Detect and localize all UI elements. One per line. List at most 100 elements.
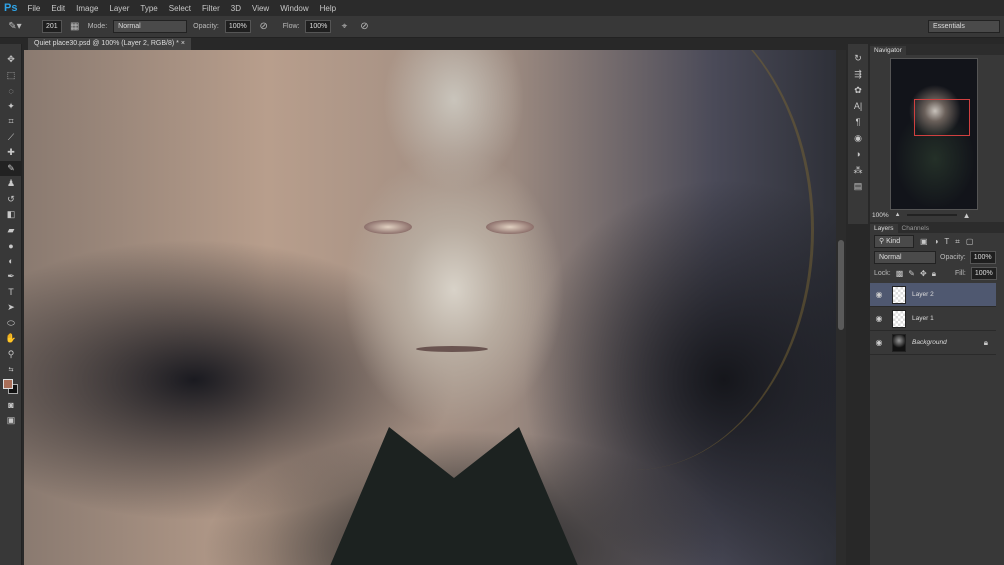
color-swatches[interactable] (0, 378, 21, 398)
brush-tool-icon[interactable]: ✎ (0, 160, 22, 176)
hand-tool-icon[interactable]: ✋ (0, 331, 22, 347)
right-panels: Navigator 100% ▲ ▲ Layers Channels ⚲ Kin… (870, 44, 1004, 565)
filter-pixel-icon[interactable]: ▣ (920, 237, 928, 246)
layer-opacity-label: Opacity: (940, 254, 966, 261)
photoshop-logo: Ps (4, 2, 18, 14)
lasso-tool-icon[interactable]: ◌ (0, 83, 22, 99)
close-tab-icon[interactable]: × (181, 40, 185, 47)
swap-colors-icon[interactable]: ⇆ (0, 362, 22, 378)
history-panel-icon[interactable]: ↻ (848, 50, 868, 66)
screen-mode-icon[interactable]: ▣ (0, 413, 22, 429)
swatches-icon[interactable]: ▤ (848, 178, 868, 194)
marquee-tool-icon[interactable]: ⬚ (0, 68, 22, 84)
fill-field[interactable]: 100% (970, 267, 997, 280)
visibility-eye-icon[interactable]: ◉ (870, 314, 888, 323)
eraser-tool-icon[interactable]: ◧ (0, 207, 22, 223)
libraries-icon[interactable]: ◉ (848, 130, 868, 146)
character-panel-icon[interactable]: A| (848, 98, 868, 114)
panel-dock: ↻ ⇶ ✿ A| ¶ ◉ ◑ ⁂ ▤ (848, 44, 868, 224)
lock-transparency-icon[interactable]: ▩ (896, 269, 904, 278)
layer-opacity-field[interactable]: 100% (969, 251, 996, 264)
menu-help[interactable]: Help (320, 4, 336, 13)
healing-tool-icon[interactable]: ✚ (0, 145, 22, 161)
pressure-size-icon[interactable]: ⊘ (357, 20, 371, 34)
filter-smart-object-icon[interactable]: ▢ (966, 237, 974, 246)
document-canvas[interactable] (24, 50, 836, 565)
gradient-tool-icon[interactable]: ▰ (0, 223, 22, 239)
path-select-tool-icon[interactable]: ➤ (0, 300, 22, 316)
crop-tool-icon[interactable]: ⌗ (0, 114, 22, 130)
menu-bar: Ps File Edit Image Layer Type Select Fil… (0, 0, 1004, 16)
blend-mode-select[interactable]: Normal (874, 251, 936, 264)
filter-shape-icon[interactable]: ⌗ (955, 237, 960, 247)
flow-field[interactable]: 100% (305, 20, 332, 33)
type-tool-icon[interactable]: T (0, 285, 22, 301)
layer-row-layer-2[interactable]: ◉ Layer 2 (870, 283, 996, 307)
menu-layer[interactable]: Layer (109, 4, 129, 13)
tab-layers[interactable]: Layers (870, 224, 898, 233)
menu-view[interactable]: View (252, 4, 269, 13)
brush-panel-toggle-icon[interactable]: ▦ (68, 20, 82, 34)
lock-pixels-icon[interactable]: ✎ (908, 269, 915, 278)
visibility-eye-icon[interactable]: ◉ (870, 338, 888, 347)
navigator-zoom-value[interactable]: 100% (872, 212, 889, 219)
lock-position-icon[interactable]: ✥ (920, 269, 927, 278)
menu-window[interactable]: Window (280, 4, 308, 13)
left-eye (364, 220, 412, 234)
zoom-tool-icon[interactable]: ⚲ (0, 347, 22, 363)
brush-size-field[interactable]: 201 (42, 20, 62, 33)
clone-stamp-tool-icon[interactable]: ♟ (0, 176, 22, 192)
visibility-eye-icon[interactable]: ◉ (870, 290, 888, 299)
blur-tool-icon[interactable]: ● (0, 238, 22, 254)
eyedropper-tool-icon[interactable]: ⟋ (0, 130, 22, 146)
foreground-color-swatch[interactable] (3, 378, 13, 389)
filter-kind-label: Kind (886, 238, 901, 245)
menu-select[interactable]: Select (169, 4, 191, 13)
filter-kind-select[interactable]: ⚲ Kind (874, 235, 914, 248)
menu-file[interactable]: File (27, 4, 40, 13)
mode-select[interactable]: Normal (113, 20, 188, 33)
properties-panel-icon[interactable]: ⇶ (848, 66, 868, 82)
styles-icon[interactable]: ⁂ (848, 162, 868, 178)
dodge-tool-icon[interactable]: ◐ (0, 254, 22, 270)
menu-edit[interactable]: Edit (51, 4, 65, 13)
shape-tool-icon[interactable]: ⬭ (0, 316, 22, 332)
paragraph-panel-icon[interactable]: ¶ (848, 114, 868, 130)
scrollbar-thumb[interactable] (838, 240, 844, 330)
brush-presets-icon[interactable]: ✿ (848, 82, 868, 98)
quick-select-tool-icon[interactable]: ✦ (0, 99, 22, 115)
menu-3d[interactable]: 3D (231, 4, 241, 13)
right-eye (486, 220, 534, 234)
zoom-slider[interactable] (906, 214, 957, 216)
tab-channels[interactable]: Channels (898, 224, 933, 233)
tab-navigator[interactable]: Navigator (870, 46, 906, 55)
opacity-label: Opacity: (193, 23, 219, 30)
quick-mask-icon[interactable]: ◙ (0, 398, 22, 414)
lock-all-icon[interactable]: 🔒︎ (932, 269, 936, 279)
pen-tool-icon[interactable]: ✒ (0, 269, 22, 285)
brush-tool-preset-icon[interactable]: ✎▾ (8, 20, 22, 34)
flow-label: Flow: (282, 23, 300, 30)
opacity-field[interactable]: 100% (224, 20, 251, 33)
menu-type[interactable]: Type (140, 4, 157, 13)
document-tab[interactable]: Quiet place30.psd @ 100% (Layer 2, RGB/8… (28, 38, 191, 50)
options-bar: ✎▾ 201 ▦ Mode: Normal Opacity: 100% ⊘ Fl… (0, 16, 1004, 38)
history-brush-tool-icon[interactable]: ↺ (0, 192, 22, 208)
move-tool-icon[interactable]: ✥ (0, 52, 22, 68)
mouth (416, 346, 488, 352)
navigator-view-box[interactable] (914, 99, 970, 136)
menu-image[interactable]: Image (76, 4, 98, 13)
layer-name: Layer 2 (912, 291, 934, 298)
menu-filter[interactable]: Filter (202, 4, 220, 13)
blend-row: Normal Opacity: 100% (874, 251, 996, 264)
layer-row-background[interactable]: ◉ Background 🔒︎ (870, 331, 996, 355)
filter-adjustment-icon[interactable]: ◑ (934, 237, 939, 246)
workspace-select[interactable]: Essentials (928, 20, 1000, 33)
zoom-out-icon[interactable]: ▲ (895, 212, 901, 218)
adjustments-icon[interactable]: ◑ (848, 146, 868, 162)
filter-type-icon[interactable]: T (944, 237, 949, 246)
pressure-opacity-icon[interactable]: ⊘ (257, 20, 271, 34)
layer-row-layer-1[interactable]: ◉ Layer 1 (870, 307, 996, 331)
airbrush-icon[interactable]: ⌖ (337, 20, 351, 34)
zoom-in-icon[interactable]: ▲ (963, 211, 971, 220)
